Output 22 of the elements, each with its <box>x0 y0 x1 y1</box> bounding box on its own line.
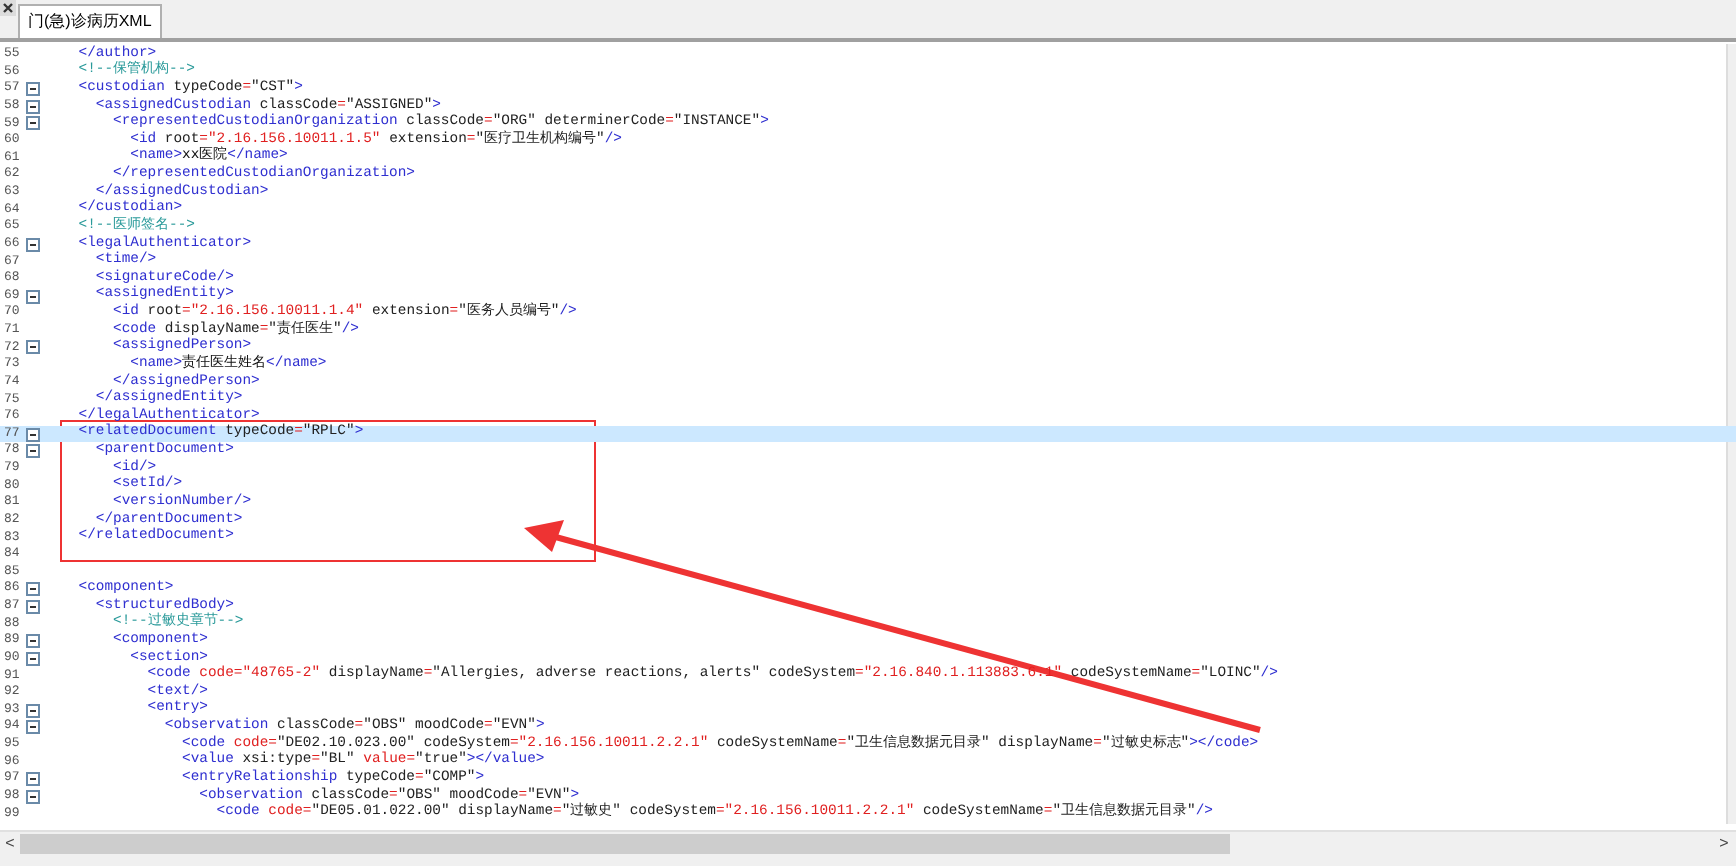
fold-toggle-icon[interactable] <box>26 82 40 97</box>
fold-toggle-icon[interactable] <box>26 772 40 787</box>
close-icon[interactable] <box>0 0 16 16</box>
fold-toggle-icon[interactable] <box>26 237 40 252</box>
fold-toggle-icon[interactable] <box>26 599 40 614</box>
document-tab[interactable]: 门(急)诊病历XML <box>18 4 162 38</box>
fold-toggle-icon[interactable] <box>26 427 40 442</box>
fold-toggle-icon[interactable] <box>26 703 40 718</box>
fold-toggle-icon[interactable] <box>26 99 40 114</box>
fold-toggle-icon[interactable] <box>26 116 40 131</box>
fold-toggle-icon[interactable] <box>26 789 40 804</box>
fold-toggle-icon[interactable] <box>26 582 40 597</box>
vertical-scrollbar[interactable] <box>1726 44 1736 824</box>
fold-toggle-icon[interactable] <box>26 651 40 666</box>
fold-toggle-icon[interactable] <box>26 289 40 304</box>
scrollbar-thumb[interactable] <box>20 833 1230 853</box>
fold-toggle-icon[interactable] <box>26 340 40 355</box>
scroll-left-button[interactable]: < <box>0 835 20 851</box>
scroll-right-button[interactable]: > <box>1712 835 1736 851</box>
fold-toggle-icon[interactable] <box>26 444 40 459</box>
fold-toggle-icon[interactable] <box>26 634 40 649</box>
fold-toggle-icon[interactable] <box>26 720 40 735</box>
